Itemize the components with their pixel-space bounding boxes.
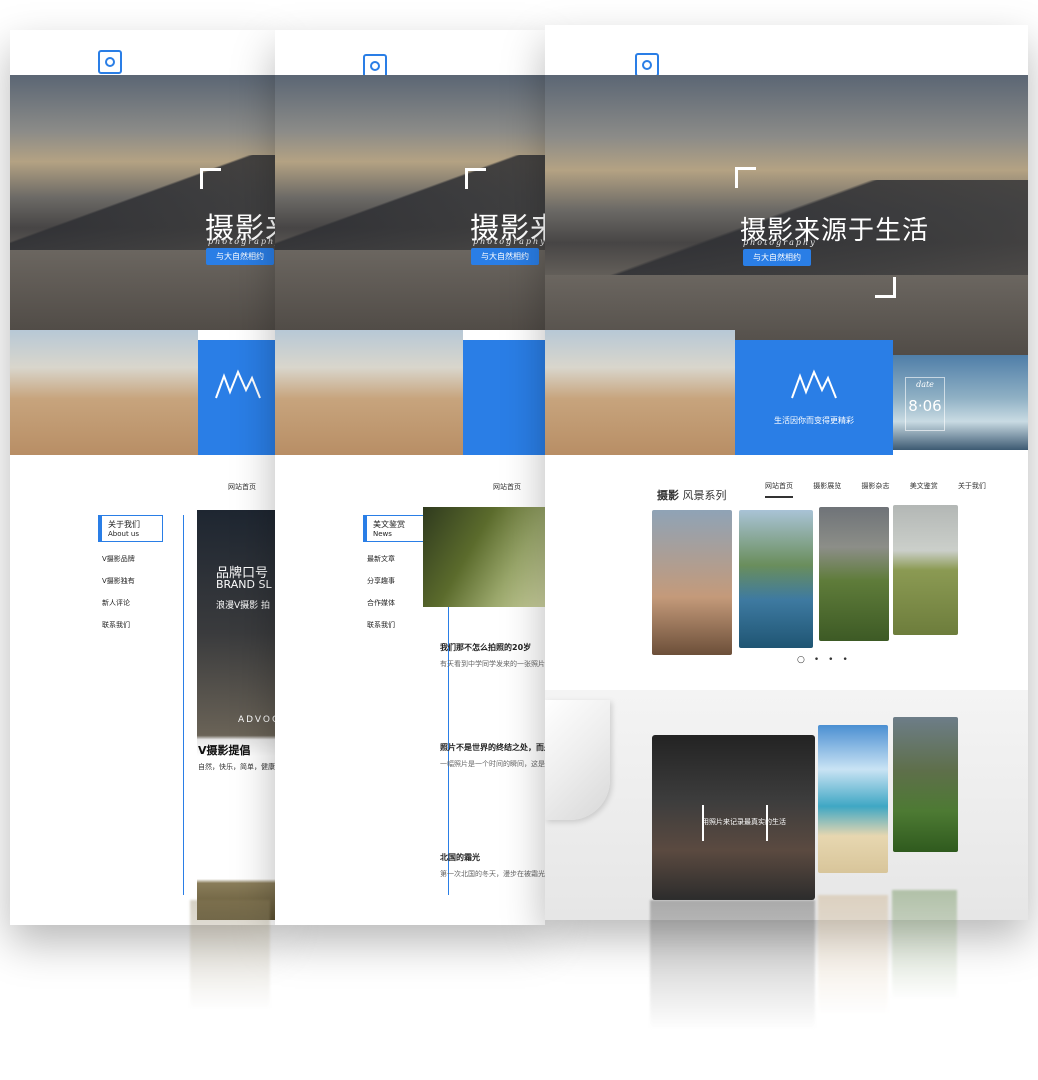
desert-photo — [545, 330, 735, 455]
desert-photo — [275, 330, 463, 455]
hero-subtitle: photography — [473, 237, 545, 246]
nav-item-home[interactable]: 网站首页 — [765, 482, 793, 498]
ad-band: ADVOCA — [238, 715, 275, 725]
date-box: date 8·06 — [905, 377, 945, 431]
nav-item-magazine[interactable]: 摄影杂志 — [861, 482, 889, 490]
camera-logo-icon — [635, 53, 659, 77]
nav-item-exhibition[interactable]: 摄影展览 — [813, 482, 841, 490]
blue-panel-caption: 生活因你而变得更精彩 — [774, 416, 854, 425]
sidebar-head[interactable]: 关于我们 About us — [98, 515, 163, 542]
bracket-bottom-right-icon — [875, 277, 896, 298]
bracket-icon — [200, 168, 221, 189]
nav-item-home[interactable]: 网站首页 — [228, 483, 256, 491]
page-curl-fold — [545, 700, 610, 820]
reflection — [190, 900, 270, 1010]
blue-feature-panel: 生活因你而变得更精彩 — [735, 340, 893, 455]
top-nav: 网站首页 — [228, 482, 274, 492]
forest-thumbnail[interactable] — [652, 510, 732, 655]
reflection — [818, 895, 888, 1015]
hero-button[interactable]: 与大自然相约 — [471, 248, 539, 265]
blue-feature-panel — [463, 340, 545, 455]
date-value: 8·06 — [908, 397, 942, 415]
meadow-thumbnail[interactable] — [893, 505, 958, 635]
hero-subtitle: photography — [743, 238, 817, 247]
page-mockup-home: ◯ ☻ 摄影来源于生活 photography 与大自然相约 生活因你而变得更精… — [545, 25, 1028, 920]
article-title: 照片不是世界的终结之处，而是开 — [440, 743, 545, 752]
bracket-top-left-icon — [735, 167, 756, 188]
mountain-icon — [215, 369, 261, 399]
article-title: 我们那不怎么拍照的20岁 — [440, 643, 532, 652]
article-item[interactable]: 照片不是世界的终结之处，而是开 一幅照片是一个时间的瞬间，这是我学习摄影... — [440, 742, 545, 770]
desert-photo — [10, 330, 198, 455]
photo-banner-caption: 用照片来记录最真实的生活 — [702, 818, 786, 826]
hero-button[interactable]: 与大自然相约 — [206, 248, 274, 265]
article-item[interactable]: 我们那不怎么拍照的20岁 有天看到中学同学发来的一张照片，说那时候... — [440, 642, 545, 670]
sidebar-head[interactable]: 美文鉴赏 News — [363, 515, 428, 542]
beach-thumbnail[interactable] — [818, 725, 888, 873]
hills-thumbnail[interactable] — [819, 507, 889, 641]
nav-item-essays[interactable]: 美文鉴赏 — [910, 482, 938, 490]
village-thumbnail[interactable] — [893, 717, 958, 852]
child-photo — [423, 507, 545, 607]
sidebar-item-contact[interactable]: 联系我们 — [102, 620, 183, 630]
top-nav: 网站首页 — [493, 482, 539, 492]
camera-girl-photo: 用照片来记录最真实的生活 — [652, 735, 815, 900]
blue-feature-panel — [198, 340, 275, 455]
top-nav: 网站首页 摄影展览 摄影杂志 美文鉴赏 关于我们 — [765, 481, 1004, 498]
article-body: 有天看到中学同学发来的一张照片，说那时候... — [440, 660, 545, 668]
date-label: date — [916, 380, 934, 389]
ad-title: V摄影提倡 — [198, 744, 251, 757]
hero-banner — [275, 75, 545, 330]
article-body: 一幅照片是一个时间的瞬间，这是我学习摄影... — [440, 760, 545, 768]
reflection — [892, 890, 957, 1000]
section-title: 摄影 风景系列 — [657, 489, 727, 502]
hero-button[interactable]: 与大自然相约 — [743, 249, 811, 266]
bracket-icon — [465, 168, 486, 189]
ad-line3: 浪漫V摄影 拍 — [216, 601, 271, 611]
nav-item-home[interactable]: 网站首页 — [493, 483, 521, 491]
mountain-icon — [791, 369, 837, 399]
article-body: 第一次北国的冬天，漫步在被霜光覆盖的山野... — [440, 870, 545, 878]
article-title: 北国的霜光 — [440, 853, 480, 862]
reflection — [650, 900, 815, 1030]
ad-body: 自然，快乐，简单，健康， — [198, 763, 275, 771]
ad-line2: BRAND SL — [216, 578, 272, 591]
hero-banner — [10, 75, 275, 330]
mockup-scene: 摄影来源 photography 与大自然相约 网站首页 关于我们About u… — [0, 0, 1038, 1080]
article-item[interactable]: 北国的霜光 第一次北国的冬天，漫步在被霜光覆盖的山野... — [440, 852, 545, 880]
page-mockup-about: 摄影来源 photography 与大自然相约 网站首页 关于我们About u… — [10, 30, 275, 925]
date-photo-card: date 8·06 — [893, 355, 1028, 450]
sidebar-item-brand[interactable]: V摄影品牌 — [102, 554, 183, 564]
hero-subtitle: photography — [208, 237, 275, 246]
page-mockup-articles: 摄影来源 photography 与大自然相约 网站首页 美文鉴赏News 最新… — [275, 30, 545, 925]
sidebar-item-unique[interactable]: V摄影独有 — [102, 576, 183, 586]
sidebar-item-comments[interactable]: 新人评论 — [102, 598, 183, 608]
sidebar: 关于我们 About us V摄影品牌 V摄影独有 新人评论 联系我们 — [98, 515, 184, 895]
sidebar-item-contact[interactable]: 联系我们 — [367, 620, 448, 630]
carousel-dots[interactable]: ○••• — [797, 655, 857, 665]
nav-item-about[interactable]: 关于我们 — [958, 482, 986, 490]
camera-logo-icon — [98, 50, 122, 74]
waterfall-thumbnail[interactable] — [739, 510, 813, 648]
